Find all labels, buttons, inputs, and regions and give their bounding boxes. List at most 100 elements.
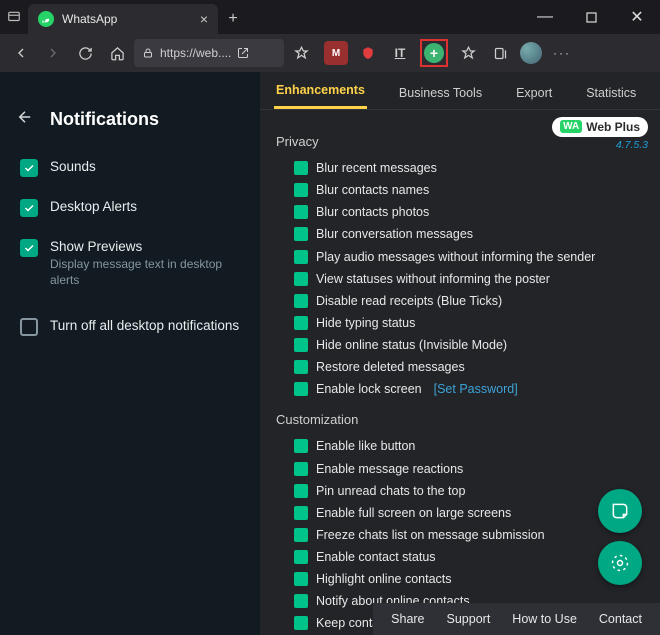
checkbox-icon[interactable] xyxy=(294,462,308,476)
extension-webplus-icon[interactable]: + xyxy=(424,43,444,63)
checkbox-icon[interactable] xyxy=(294,205,308,219)
checkbox-icon[interactable] xyxy=(294,506,308,520)
checkbox-icon[interactable] xyxy=(294,439,308,453)
toggle-option[interactable]: Enable contact status xyxy=(294,548,646,566)
checkbox-checked-icon[interactable] xyxy=(20,239,38,257)
toggle-option[interactable]: Blur recent messages xyxy=(294,159,646,177)
more-menu-icon[interactable]: ··· xyxy=(550,41,574,65)
checkbox-icon[interactable] xyxy=(294,360,308,374)
profile-avatar[interactable] xyxy=(520,42,542,64)
favorites-icon[interactable] xyxy=(456,41,480,65)
tab-export[interactable]: Export xyxy=(514,77,554,109)
toggle-option[interactable]: Play audio messages without informing th… xyxy=(294,248,646,266)
back-icon[interactable] xyxy=(16,108,36,131)
checkbox-icon[interactable] xyxy=(294,382,308,396)
settings-fab[interactable] xyxy=(598,541,642,585)
brand-badge[interactable]: WA Web Plus xyxy=(552,117,648,137)
toggle-option[interactable]: Pin unread chats to the top xyxy=(294,482,646,500)
toggle-option[interactable]: Enable full screen on large screens xyxy=(294,504,646,522)
toggle-label: Enable lock screen xyxy=(316,380,422,398)
tab-business-tools[interactable]: Business Tools xyxy=(397,77,484,109)
toggle-label: Enable full screen on large screens xyxy=(316,504,511,522)
maximize-button[interactable] xyxy=(568,0,614,34)
toggle-option[interactable]: Blur contacts names xyxy=(294,181,646,199)
settings-header: Notifications xyxy=(0,82,260,151)
checkbox-icon[interactable] xyxy=(294,528,308,542)
checkbox-icon[interactable] xyxy=(294,272,308,286)
checkbox-icon[interactable] xyxy=(294,594,308,608)
minimize-button[interactable]: — xyxy=(522,0,568,34)
checkbox-icon[interactable] xyxy=(294,161,308,175)
settings-option[interactable]: Show PreviewsDisplay message text in des… xyxy=(0,231,260,296)
extension-it-icon[interactable]: IT xyxy=(388,41,412,65)
checkbox-icon[interactable] xyxy=(294,550,308,564)
home-button[interactable] xyxy=(102,38,132,68)
tab-close-icon[interactable]: × xyxy=(200,11,208,27)
checkbox-checked-icon[interactable] xyxy=(20,159,38,177)
toggle-option[interactable]: Hide online status (Invisible Mode) xyxy=(294,336,646,354)
extension-m-icon[interactable]: M xyxy=(324,41,348,65)
footer-link-contact[interactable]: Contact xyxy=(599,612,642,626)
toggle-option[interactable]: Freeze chats list on message submission xyxy=(294,526,646,544)
new-tab-button[interactable]: + xyxy=(218,4,248,34)
checkbox-checked-icon[interactable] xyxy=(20,199,38,217)
toggle-label: Blur contacts names xyxy=(316,181,429,199)
address-bar[interactable]: https://web.... xyxy=(134,39,284,67)
toggle-option[interactable]: Disable read receipts (Blue Ticks) xyxy=(294,292,646,310)
toggle-label: Enable like button xyxy=(316,437,415,455)
checkbox-icon[interactable] xyxy=(294,338,308,352)
refresh-button[interactable] xyxy=(70,38,100,68)
toggle-option[interactable]: Highlight online contacts xyxy=(294,570,646,588)
titlebar: WhatsApp × + — ✕ xyxy=(0,0,660,34)
toggle-label: Blur recent messages xyxy=(316,159,437,177)
extension-webplus-highlight: + xyxy=(420,39,448,67)
toggle-option[interactable]: Enable message reactions xyxy=(294,460,646,478)
toggle-label: Restore deleted messages xyxy=(316,358,465,376)
settings-option[interactable]: Turn off all desktop notifications xyxy=(0,310,260,344)
inline-link[interactable]: [Set Password] xyxy=(434,380,518,398)
toggle-option[interactable]: Hide typing status xyxy=(294,314,646,332)
footer-link-how-to-use[interactable]: How to Use xyxy=(512,612,577,626)
extensions-row: M IT + ··· xyxy=(324,39,574,67)
toggle-label: Freeze chats list on message submission xyxy=(316,526,545,544)
sticker-fab[interactable] xyxy=(598,489,642,533)
tab-enhancements[interactable]: Enhancements xyxy=(274,74,367,109)
checkbox-icon[interactable] xyxy=(294,484,308,498)
forward-button[interactable] xyxy=(38,38,68,68)
checkbox-icon[interactable] xyxy=(294,250,308,264)
checkbox-icon[interactable] xyxy=(294,572,308,586)
collections-icon[interactable] xyxy=(488,41,512,65)
option-label: Desktop Alerts xyxy=(50,199,137,214)
back-button[interactable] xyxy=(6,38,36,68)
toggle-option[interactable]: Enable lock screen [Set Password] xyxy=(294,380,646,398)
extension-adblock-icon[interactable] xyxy=(356,41,380,65)
toggle-label: Play audio messages without informing th… xyxy=(316,248,595,266)
external-icon xyxy=(237,47,249,59)
checkbox-icon[interactable] xyxy=(294,227,308,241)
checkbox-icon[interactable] xyxy=(294,294,308,308)
footer-link-support[interactable]: Support xyxy=(447,612,491,626)
tab-statistics[interactable]: Statistics xyxy=(584,77,638,109)
toggle-label: View statuses without informing the post… xyxy=(316,270,550,288)
settings-option[interactable]: Desktop Alerts xyxy=(0,191,260,225)
checkbox-icon[interactable] xyxy=(294,183,308,197)
toggle-option[interactable]: Blur conversation messages xyxy=(294,225,646,243)
window: WhatsApp × + — ✕ https://web.... M IT + xyxy=(0,0,660,635)
brand-name: Web Plus xyxy=(586,120,640,134)
toggle-option[interactable]: View statuses without informing the post… xyxy=(294,270,646,288)
checkbox-icon[interactable] xyxy=(294,316,308,330)
toggle-label: Blur contacts photos xyxy=(316,203,429,221)
toggle-option[interactable]: Enable like button xyxy=(294,437,646,455)
footer-link-share[interactable]: Share xyxy=(391,612,424,626)
checkbox-unchecked-icon[interactable] xyxy=(20,318,38,336)
toggle-option[interactable]: Blur contacts photos xyxy=(294,203,646,221)
toggle-label: Highlight online contacts xyxy=(316,570,452,588)
browser-tab[interactable]: WhatsApp × xyxy=(28,4,218,34)
tab-title: WhatsApp xyxy=(62,12,192,26)
close-window-button[interactable]: ✕ xyxy=(614,0,660,34)
tab-actions-icon[interactable] xyxy=(0,0,28,34)
read-aloud-icon[interactable] xyxy=(286,38,316,68)
toggle-option[interactable]: Restore deleted messages xyxy=(294,358,646,376)
settings-option[interactable]: Sounds xyxy=(0,151,260,185)
checkbox-icon[interactable] xyxy=(294,616,308,630)
